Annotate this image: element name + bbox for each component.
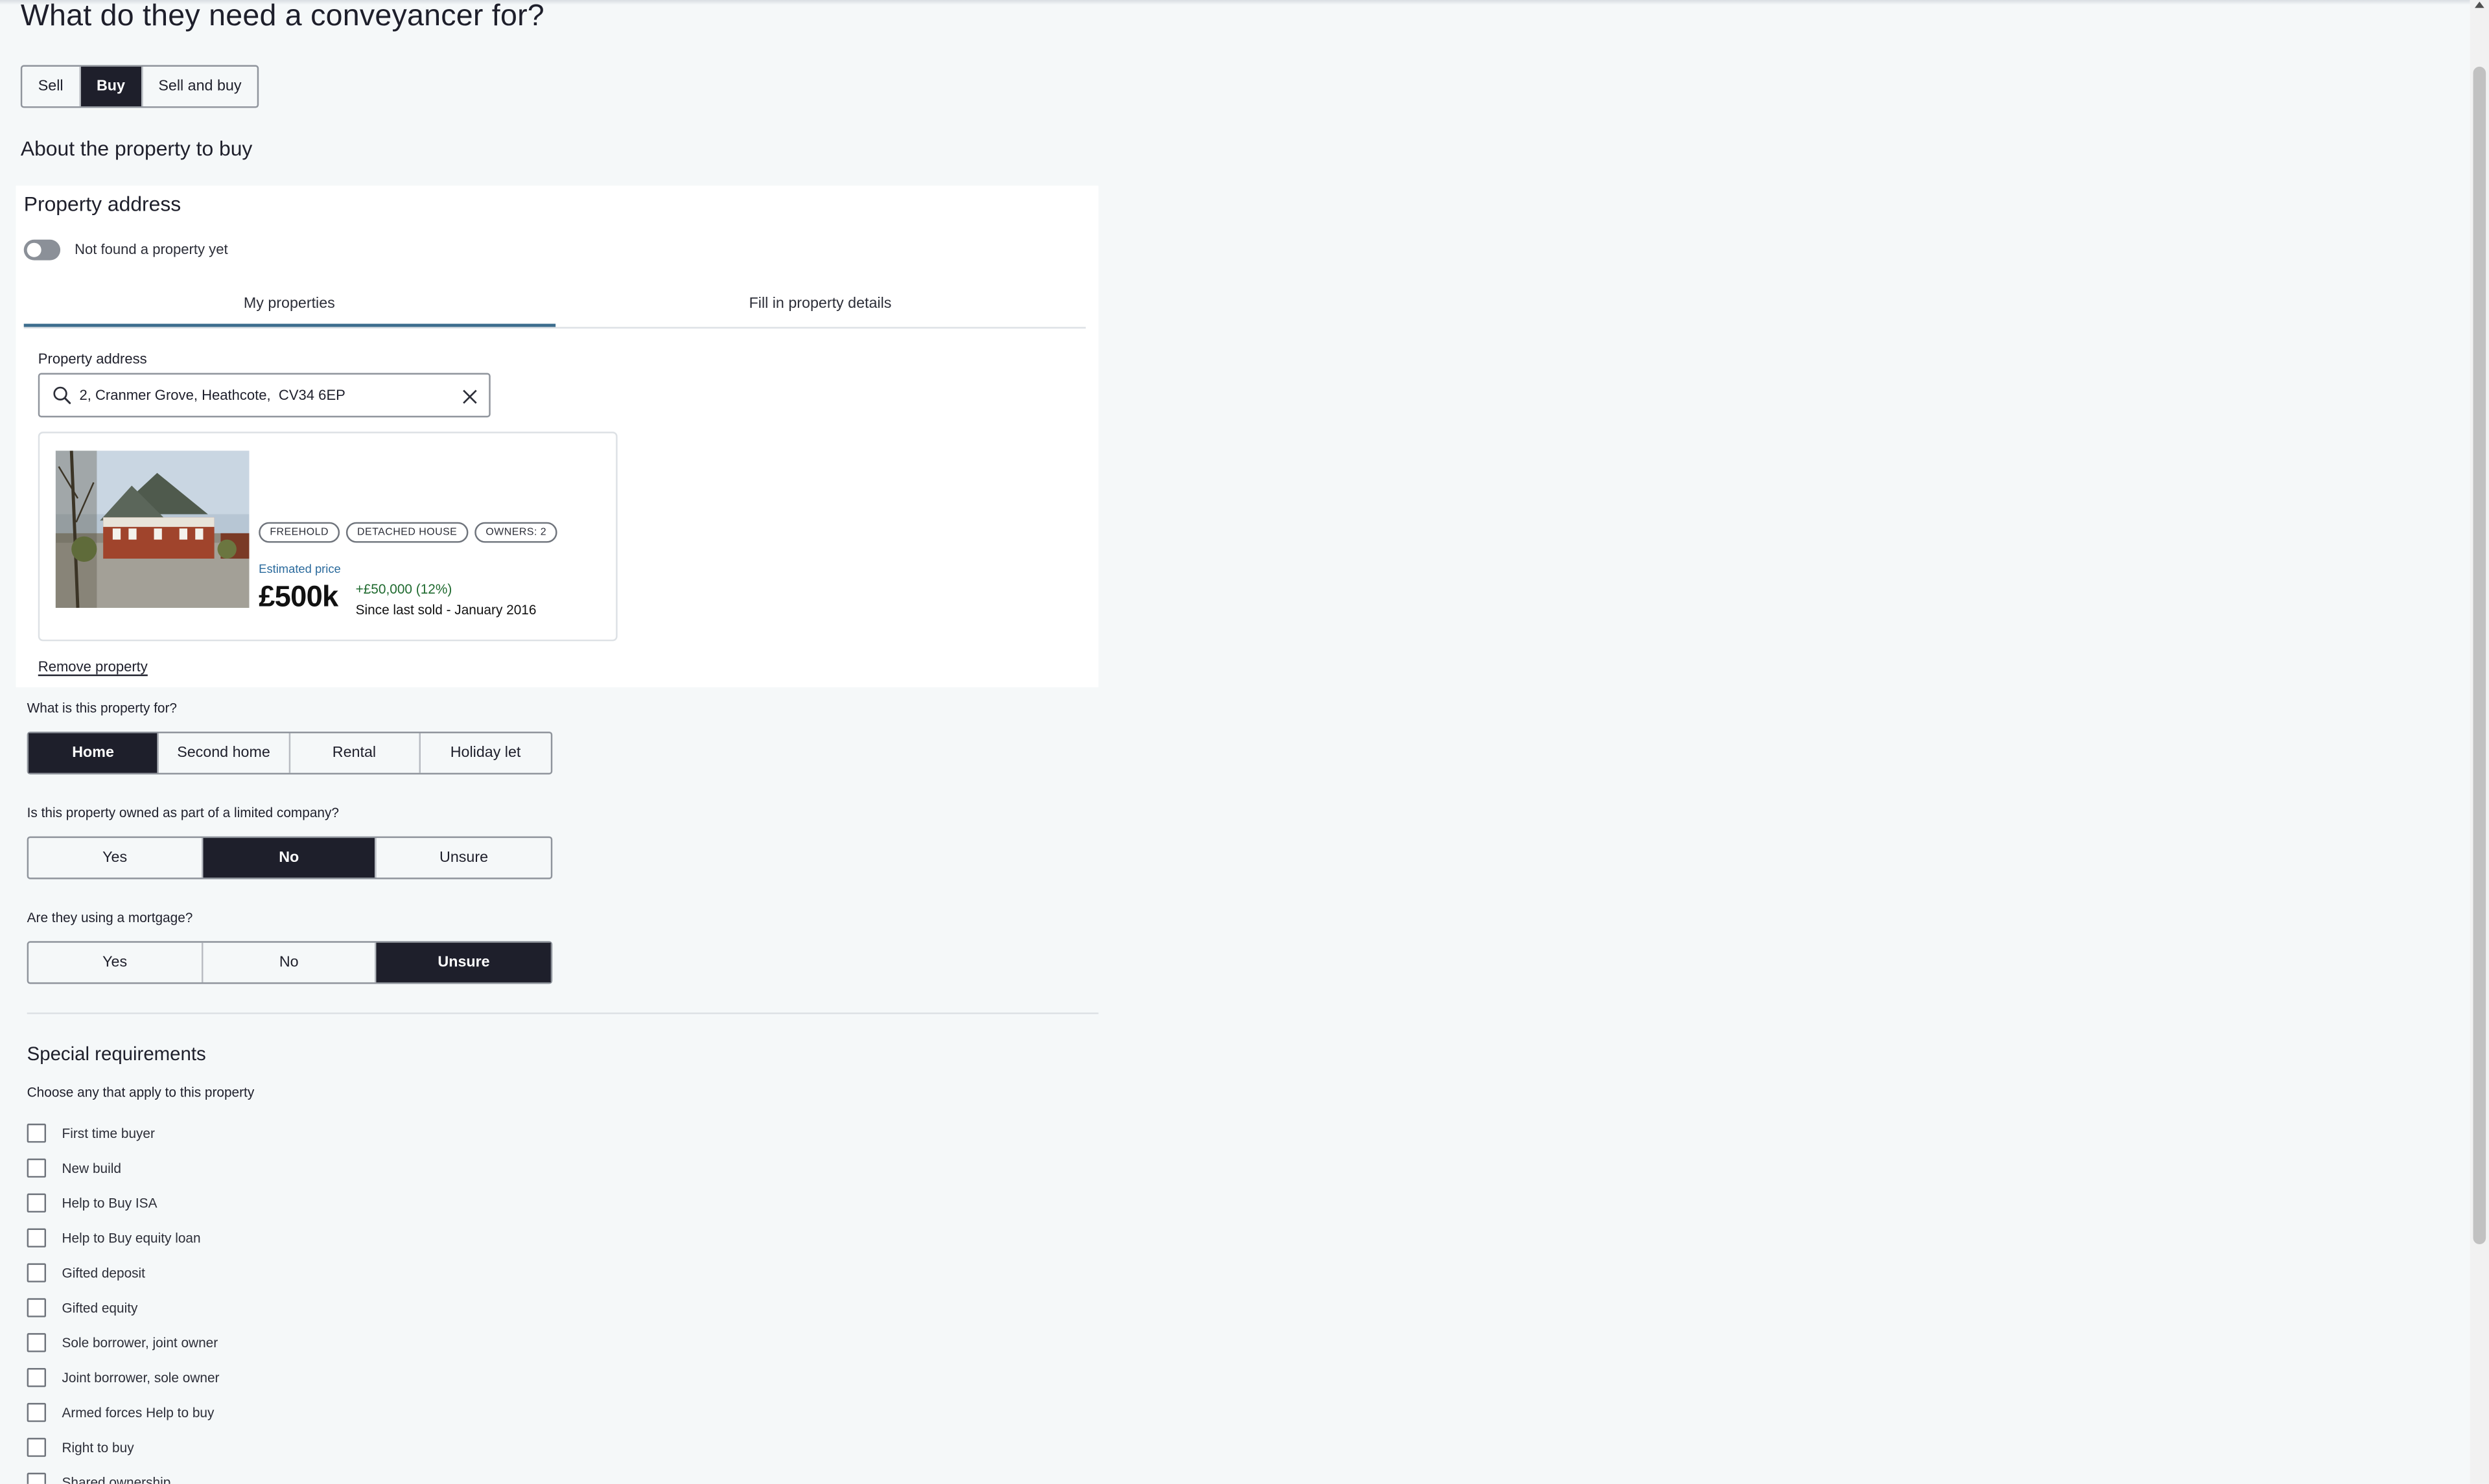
purpose-option-holiday-let[interactable]: Holiday let — [420, 733, 550, 772]
page-title: What do they need a conveyancer for? — [20, 0, 544, 34]
page-scrollbar[interactable] — [2470, 0, 2489, 1484]
flow-option-buy[interactable]: Buy — [80, 66, 143, 107]
limited-company-selector: Yes No Unsure — [27, 836, 553, 879]
purpose-option-home[interactable]: Home — [29, 733, 159, 773]
checkbox-help-to-buy-equity-loan[interactable] — [27, 1228, 47, 1247]
mortgage-option-no[interactable]: No — [203, 942, 377, 982]
toggle-knob — [27, 242, 41, 257]
property-address-card: Property address Not found a property ye… — [16, 185, 1099, 688]
list-item: Gifted deposit — [27, 1255, 220, 1290]
estimated-price-label: Estimated price — [259, 561, 341, 576]
section-title: About the property to buy — [20, 136, 253, 161]
checkbox-label: First time buyer — [62, 1125, 155, 1141]
toggle-label: Not found a property yet — [75, 241, 228, 257]
checkbox-shared-ownership[interactable] — [27, 1472, 47, 1484]
checkbox-label: Right to buy — [62, 1439, 134, 1455]
checkbox-help-to-buy-isa[interactable] — [27, 1193, 47, 1213]
checkbox-joint-borrower-sole-owner[interactable] — [27, 1368, 47, 1387]
list-item: Armed forces Help to buy — [27, 1395, 220, 1430]
checkbox-new-build[interactable] — [27, 1158, 47, 1178]
chip-property-type: DETACHED HOUSE — [345, 522, 469, 543]
address-search — [38, 373, 491, 418]
special-requirements-title: Special requirements — [27, 1042, 206, 1065]
estimated-price: £500k — [259, 579, 338, 613]
list-item: First time buyer — [27, 1116, 220, 1151]
question-property-purpose: What is this property for? — [27, 700, 178, 716]
checkbox-label: Gifted equity — [62, 1299, 138, 1316]
list-item: Right to buy — [27, 1430, 220, 1465]
address-field-label: Property address — [38, 351, 147, 367]
tab-my-properties[interactable]: My properties — [23, 290, 555, 327]
mortgage-option-yes[interactable]: Yes — [29, 942, 203, 982]
checkbox-label: New build — [62, 1160, 121, 1176]
chip-owners: OWNERS: 2 — [474, 522, 558, 543]
checkbox-label: Armed forces Help to buy — [62, 1404, 215, 1420]
company-option-unsure[interactable]: Unsure — [377, 838, 551, 877]
search-icon — [51, 384, 73, 406]
list-item: Help to Buy equity loan — [27, 1220, 220, 1255]
price-change: +£50,000 (12%) — [355, 581, 452, 597]
question-limited-company: Is this property owned as part of a limi… — [27, 804, 339, 821]
flow-type-selector: Sell Buy Sell and buy — [20, 65, 259, 108]
property-purpose-selector: Home Second home Rental Holiday let — [27, 731, 553, 775]
checkbox-gifted-equity[interactable] — [27, 1298, 47, 1317]
scroll-up-arrow-icon[interactable] — [2474, 1, 2484, 8]
special-requirements-list: First time buyer New build Help to Buy I… — [27, 1116, 220, 1484]
special-requirements-subtitle: Choose any that apply to this property — [27, 1084, 255, 1100]
list-item: New build — [27, 1151, 220, 1186]
property-chips: FREEHOLD DETACHED HOUSE OWNERS: 2 — [259, 522, 558, 543]
chip-tenure: FREEHOLD — [259, 522, 340, 543]
company-option-no[interactable]: No — [202, 838, 377, 878]
company-option-yes[interactable]: Yes — [29, 838, 203, 878]
checkbox-label: Help to Buy equity loan — [62, 1229, 201, 1246]
checkbox-label: Shared ownership — [62, 1474, 171, 1484]
mortgage-selector: Yes No Unsure — [27, 941, 553, 984]
section-divider — [27, 1012, 1099, 1014]
flow-option-sell[interactable]: Sell — [22, 66, 81, 107]
checkbox-label: Gifted deposit — [62, 1264, 145, 1281]
property-result-card[interactable]: FREEHOLD DETACHED HOUSE OWNERS: 2 Estima… — [38, 432, 618, 642]
list-item: Shared ownership — [27, 1465, 220, 1484]
checkbox-label: Sole borrower, joint owner — [62, 1334, 218, 1351]
question-mortgage: Are they using a mortgage? — [27, 909, 193, 925]
checkbox-label: Help to Buy ISA — [62, 1195, 158, 1211]
remove-property-link[interactable]: Remove property — [38, 658, 148, 674]
checkbox-label: Joint borrower, sole owner — [62, 1369, 220, 1385]
card-title: Property address — [23, 192, 181, 216]
tab-fill-in-details[interactable]: Fill in property details — [555, 290, 1086, 327]
checkbox-right-to-buy[interactable] — [27, 1437, 47, 1457]
list-item: Sole borrower, joint owner — [27, 1325, 220, 1360]
checkbox-gifted-deposit[interactable] — [27, 1263, 47, 1282]
list-item: Gifted equity — [27, 1290, 220, 1325]
checkbox-sole-borrower-joint-owner[interactable] — [27, 1333, 47, 1352]
not-found-toggle[interactable] — [23, 239, 61, 261]
address-tabs: My properties Fill in property details — [23, 290, 1086, 329]
address-search-input[interactable] — [79, 387, 437, 404]
list-item: Help to Buy ISA — [27, 1185, 220, 1220]
since-last-sold: Since last sold - January 2016 — [355, 601, 537, 618]
checkbox-armed-forces-help-to-buy[interactable] — [27, 1402, 47, 1422]
purpose-option-second-home[interactable]: Second home — [159, 733, 290, 773]
property-photo — [55, 450, 250, 608]
list-item: Joint borrower, sole owner — [27, 1360, 220, 1395]
checkbox-first-time-buyer[interactable] — [27, 1123, 47, 1143]
scrollbar-thumb[interactable] — [2473, 66, 2486, 1245]
close-icon[interactable] — [460, 386, 479, 404]
flow-option-sell-and-buy[interactable]: Sell and buy — [143, 67, 257, 106]
purpose-option-rental[interactable]: Rental — [290, 733, 421, 773]
mortgage-option-unsure[interactable]: Unsure — [377, 942, 551, 982]
